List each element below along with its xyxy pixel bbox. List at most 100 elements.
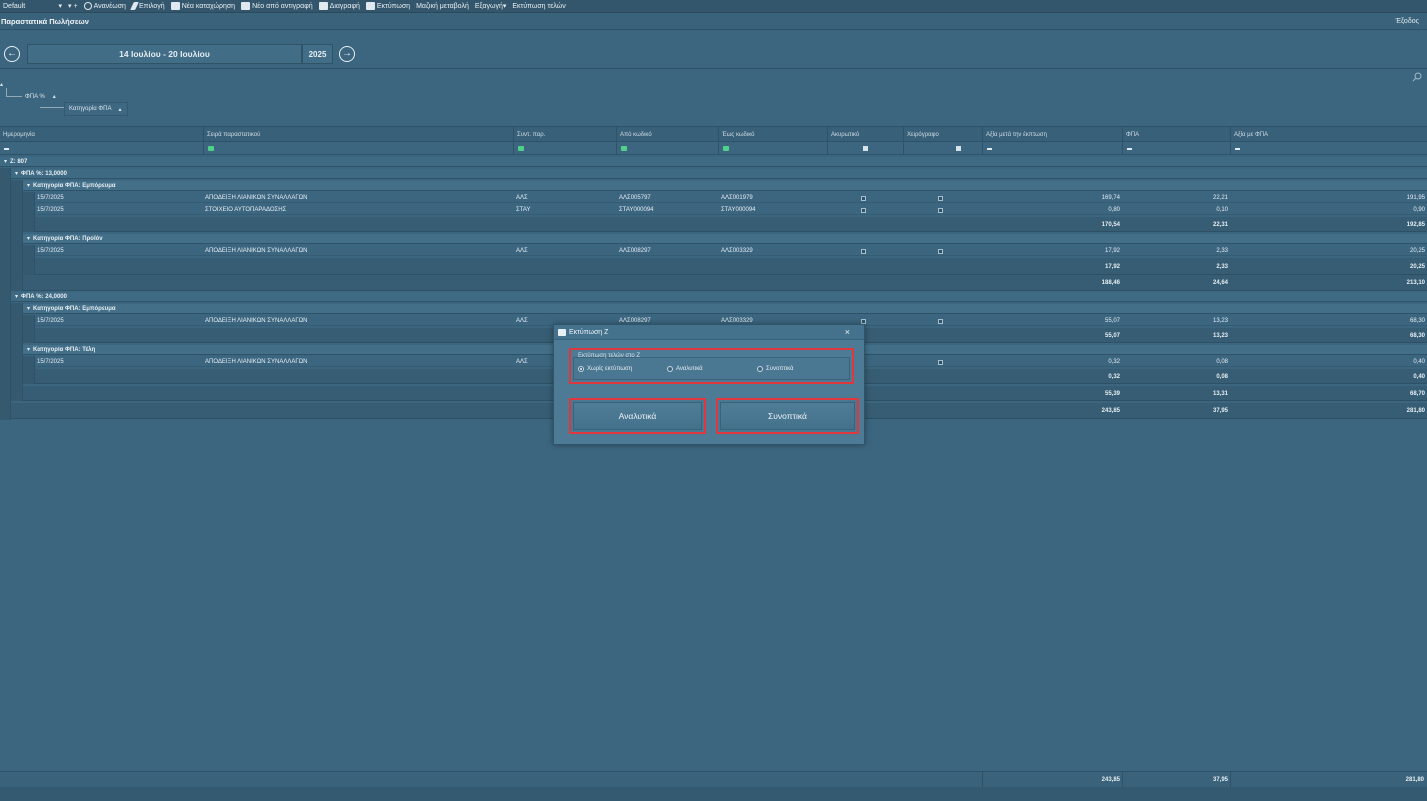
column-header-series[interactable]: Σειρά παραστατικού [203,127,513,143]
year-display: 2025 [302,44,333,64]
column-header-vat[interactable]: ΦΠΑ [1122,127,1230,143]
option-detailed[interactable]: Αναλυτικά [667,366,703,372]
cell-handwritten[interactable] [938,193,943,203]
filter-from-code[interactable] [616,142,718,155]
checkbox[interactable] [938,195,943,201]
print-fees-button[interactable]: Εκτύπωση τελών [512,3,565,10]
column-header-date[interactable]: Ημερομηνία [0,127,203,143]
subgroup-label: Κατηγορία ΦΠΑ: Τέλη [33,346,96,353]
bulk-change-button[interactable]: Μαζική μεταβολή [416,3,469,10]
group-row-vat-24[interactable]: ▾ ΦΠΑ %: 24,0000 [11,292,1427,302]
option-no-print[interactable]: Χωρίς εκτύπωση [578,366,632,372]
checkbox[interactable] [938,359,943,365]
group-by-vat-category[interactable]: Κατηγορία ΦΠΑ ▴ [64,102,128,116]
filter-gross-value[interactable] [1230,142,1427,155]
group-row-vat-13[interactable]: ▾ ΦΠΑ %: 13,0000 [11,169,1427,179]
cell-handwritten[interactable] [938,246,943,256]
detailed-button[interactable]: Αναλυτικά [569,398,706,434]
checkbox[interactable] [861,207,866,213]
filter-abbr[interactable] [513,142,616,155]
group-panel-toggle[interactable]: ▴ [0,79,16,89]
summary-button[interactable]: Συνοπτικά [716,398,859,434]
grid-footer: 243,85 37,95 281,80 [0,771,1427,788]
summary-gross: 68,30 [1409,332,1425,339]
filter-cancelling[interactable] [827,142,903,155]
export-label: Εξαγωγή [474,2,503,10]
next-week-button[interactable]: → [339,46,355,62]
delete-button[interactable]: Διαγραφή [318,2,360,10]
chevron-down-icon: ▾ [15,294,19,300]
layout-select-value: Default [3,2,26,10]
layout-select[interactable]: Default ▾ [0,2,62,11]
table-row[interactable]: 15/7/2025 ΑΠΟΔΕΙΞΗ ΛΙΑΝΙΚΩΝ ΣΥΝΑΛΛΑΓΩΝ Α… [35,193,1427,203]
column-header-abbr[interactable]: Συντ. παρ. [513,127,616,143]
detailed-button-label: Αναλυτικά [618,411,657,421]
column-header-handwritten[interactable]: Χειρόγραφο [903,127,982,143]
filter-vat[interactable] [1122,142,1230,155]
print-label: Εκτύπωση [376,2,411,10]
cell-handwritten[interactable] [938,205,943,215]
option-summary[interactable]: Συνοπτικά [757,366,793,372]
filter-series[interactable] [203,142,513,155]
cell-date: 15/7/2025 [37,248,64,254]
column-header-from-code[interactable]: Από κωδικό [616,127,718,143]
column-header-gross-value[interactable]: Αξία με ΦΠΑ [1230,127,1427,143]
checkbox[interactable] [938,207,943,213]
group-indent [23,192,35,232]
group-by-vat-category-label: Κατηγορία ΦΠΑ [69,106,112,112]
layout-options-button[interactable]: ▾ + [68,2,78,11]
cell-handwritten[interactable] [938,316,943,326]
select-button[interactable]: Επιλογή [130,2,165,10]
cell-cancelling[interactable] [861,205,866,215]
week-range: 14 Ιουλίου - 20 Ιουλίου [27,44,302,64]
column-header-cancelling[interactable]: Ακυρωτικό [827,127,903,143]
bulk-change-label: Μαζική μεταβολή [416,2,469,10]
table-row[interactable]: 15/7/2025 ΑΠΟΔΕΙΞΗ ΛΙΑΝΙΚΩΝ ΣΥΝΑΛΛΑΓΩΝ Α… [35,246,1427,256]
new-from-copy-button[interactable]: Νέο από αντιγραφή [241,2,313,10]
new-record-button[interactable]: Νέα καταχώρηση [170,2,235,10]
filter-to-code[interactable] [718,142,827,155]
cell-handwritten[interactable] [938,357,943,367]
search-icon[interactable] [1412,72,1422,82]
print-button[interactable]: Εκτύπωση [365,2,411,10]
cell-from-code: ΑΛΣ005797 [619,195,651,201]
export-button[interactable]: Εξαγωγή ▾ [474,2,507,11]
filter-handwritten[interactable] [903,142,982,155]
checkbox[interactable] [938,318,943,324]
subgroup-row-product-13[interactable]: ▾ Κατηγορία ΦΠΑ: Προϊόν [23,234,1427,244]
column-header-net-value[interactable]: Αξία μετά την έκπτωση [982,127,1122,143]
group-row-z[interactable]: ▾ Ζ: 807 [0,157,1427,167]
exit-button[interactable]: Έξοδος [1396,18,1420,25]
cell-vat: 22,21 [1212,195,1228,201]
close-icon[interactable]: × [845,327,850,337]
refresh-icon [83,2,92,10]
sort-up-icon: ▴ [118,106,122,113]
checkbox[interactable] [861,248,866,254]
dialog-titlebar[interactable]: Εκτύπωση Ζ × [554,325,864,340]
cell-cancelling[interactable] [861,193,866,203]
divider [0,68,1427,69]
subgroup-row-goods-13[interactable]: ▾ Κατηγορία ΦΠΑ: Εμπόρευμα [23,181,1427,191]
refresh-button[interactable]: Ανανέωση [83,2,126,10]
subgroup-row-goods-24[interactable]: ▾ Κατηγορία ΦΠΑ: Εμπόρευμα [23,304,1427,314]
filter-net-value[interactable] [982,142,1122,155]
column-header-to-code[interactable]: Έως κωδικό [718,127,827,143]
checkbox[interactable] [938,248,943,254]
table-row[interactable]: 15/7/2025 ΣΤΟΙΧΕΙΟ ΑΥΤΟΠΑΡΑΔΟΣΗΣ ΣΤΑΥ ΣΤ… [35,205,1427,215]
cell-vat: 0,10 [1216,207,1228,213]
cell-cancelling[interactable] [861,246,866,256]
filter-date[interactable] [0,142,203,155]
cell-from-code: ΣΤΑΥ000094 [619,207,654,213]
group-indent [23,315,35,343]
group-by-vat-rate[interactable]: ΦΠΑ % ▴ [22,91,62,102]
checkbox[interactable] [861,195,866,201]
chevron-down-icon: ▾ [27,183,31,189]
cell-abbr: ΑΛΣ [516,248,528,254]
cell-from-code: ΑΛΣ008297 [619,248,651,254]
subgroup-label: Κατηγορία ΦΠΑ: Εμπόρευμα [33,305,116,312]
checkbox[interactable] [861,318,866,324]
previous-week-button[interactable]: ← [4,46,20,62]
cell-gross-value: 0,40 [1413,359,1425,365]
printer-icon [558,328,566,336]
radio-icon [667,366,673,372]
